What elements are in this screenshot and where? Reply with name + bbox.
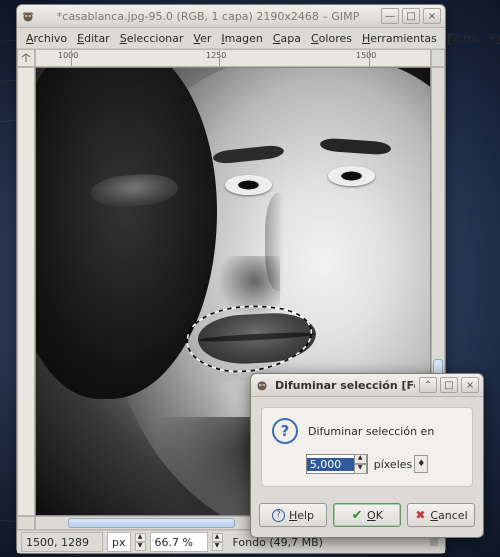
- dialog-max-button[interactable]: □: [440, 377, 458, 393]
- menu-fxfoundry[interactable]: FX-Foundry: [485, 30, 500, 47]
- feather-selection-dialog: Difuminar selección [Feather] ⌃ □ × ? Di…: [250, 373, 484, 538]
- menu-colores[interactable]: Colores: [306, 30, 357, 47]
- window-title: *casablanca.jpg-95.0 (RGB, 1 capa) 2190x…: [39, 10, 377, 23]
- menu-ver[interactable]: Ver: [188, 30, 216, 47]
- feather-label: Difuminar selección en: [308, 425, 434, 438]
- unit-spin[interactable]: ▲▼: [135, 533, 146, 551]
- cancel-button[interactable]: ✖ Cancel: [407, 503, 475, 527]
- dialog-title: Difuminar selección [Feather]: [273, 379, 415, 392]
- desktop-background: *casablanca.jpg-95.0 (RGB, 1 capa) 2190x…: [0, 0, 500, 557]
- window-titlebar[interactable]: *casablanca.jpg-95.0 (RGB, 1 capa) 2190x…: [17, 5, 445, 28]
- window-maximize-button[interactable]: □: [402, 8, 420, 24]
- cancel-icon: ✖: [414, 509, 426, 521]
- menubar: Archivo Editar Seleccionar Ver Imagen Ca…: [17, 28, 445, 49]
- ruler-origin-toggle[interactable]: [17, 49, 35, 67]
- zoom-toggle-corner[interactable]: [431, 49, 445, 67]
- scrollbar-thumb[interactable]: [68, 518, 235, 528]
- help-icon: ?: [272, 509, 285, 522]
- window-close-button[interactable]: ×: [423, 8, 441, 24]
- ok-button[interactable]: ✔ OK: [333, 503, 401, 527]
- info-icon: ?: [272, 418, 298, 444]
- menu-herramientas[interactable]: Herramientas: [357, 30, 442, 47]
- ruler-tick-label: 1500: [356, 51, 376, 60]
- menu-archivo[interactable]: Archivo: [21, 30, 72, 47]
- help-button[interactable]: ? Help: [259, 503, 327, 527]
- dialog-rollup-button[interactable]: ⌃: [419, 377, 437, 393]
- unit-selector[interactable]: px: [107, 532, 131, 552]
- feather-unit-selector[interactable]: ♦: [414, 455, 428, 473]
- menu-capa[interactable]: Capa: [268, 30, 306, 47]
- zoom-field[interactable]: 66.7 %: [150, 532, 208, 552]
- ok-icon: ✔: [351, 509, 363, 521]
- pointer-coords: 1500, 1289: [21, 532, 103, 552]
- feather-radius-spinner[interactable]: ▲▼: [354, 454, 367, 474]
- quickmask-toggle[interactable]: [17, 516, 35, 530]
- wilber-icon: [255, 378, 269, 392]
- menu-imagen[interactable]: Imagen: [216, 30, 267, 47]
- menu-editar[interactable]: Editar: [72, 30, 115, 47]
- feather-radius-input[interactable]: 5,000 ▲▼: [306, 454, 368, 474]
- vertical-ruler[interactable]: [17, 67, 35, 516]
- wilber-icon: [21, 9, 35, 23]
- dialog-close-button[interactable]: ×: [461, 377, 479, 393]
- feather-radius-value: 5,000: [307, 458, 354, 471]
- horizontal-ruler[interactable]: 1000 1250 1500: [35, 49, 431, 67]
- ruler-tick-label: 1250: [206, 51, 226, 60]
- window-minimize-button[interactable]: —: [381, 8, 399, 24]
- feather-unit-label: píxeles: [374, 458, 413, 471]
- dialog-button-row: ? Help ✔ OK ✖ Cancel: [251, 497, 483, 537]
- ruler-tick-label: 1000: [58, 51, 78, 60]
- dialog-body: ? Difuminar selección en 5,000 ▲▼ píxele…: [261, 407, 473, 487]
- dialog-titlebar[interactable]: Difuminar selección [Feather] ⌃ □ ×: [251, 374, 483, 397]
- zoom-spin[interactable]: ▲▼: [212, 533, 223, 551]
- menu-seleccionar[interactable]: Seleccionar: [115, 30, 189, 47]
- menu-filtros[interactable]: Filtros: [442, 30, 485, 47]
